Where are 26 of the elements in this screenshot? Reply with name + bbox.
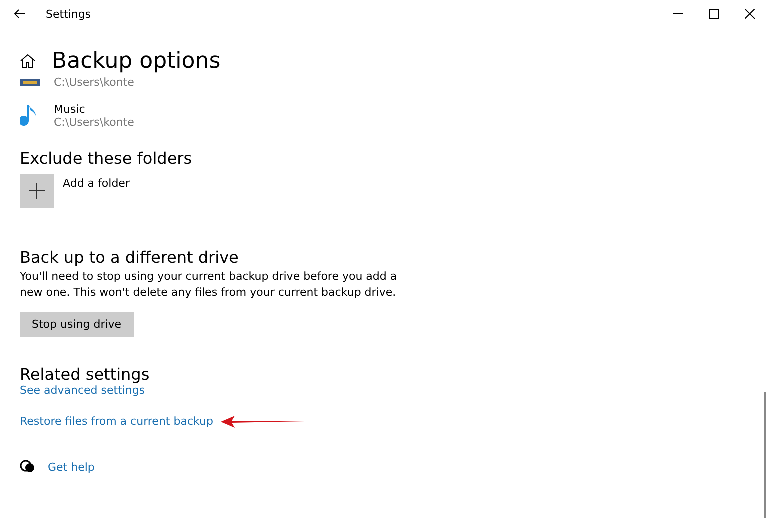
plus-icon [29, 183, 45, 199]
folder-path: C:\Users\konte [54, 76, 134, 89]
home-icon[interactable] [20, 54, 36, 68]
section-heading: Exclude these folders [20, 149, 194, 168]
window-title: Settings [46, 8, 92, 20]
minimize-icon [673, 13, 683, 15]
stop-using-drive-button[interactable]: Stop using drive [20, 312, 134, 337]
close-icon [745, 9, 755, 19]
section-heading: Related settings [20, 365, 151, 384]
maximize-icon [709, 9, 719, 19]
settings-link[interactable]: See advanced settings [20, 384, 146, 397]
help-chat-icon[interactable] [20, 460, 36, 474]
description-text: You'll need to stop using your current backup drive before you add a new one. This won't delete any files from your current backup drive. [20, 269, 398, 301]
add-folder-button[interactable] [20, 174, 54, 208]
back-button[interactable] [14, 9, 26, 19]
add-folder-label: Add a folder [63, 177, 130, 190]
section-heading: Back up to a different drive [20, 248, 240, 267]
scrollbar[interactable] [764, 392, 766, 518]
page-title: Backup options [52, 48, 221, 74]
maximize-button[interactable] [708, 8, 720, 20]
get-help-link[interactable]: Get help [48, 460, 95, 474]
folder-path: C:\Users\konte [54, 116, 134, 129]
settings-link[interactable]: Restore files from a current backup [20, 415, 214, 428]
back-arrow-icon [14, 9, 26, 19]
close-button[interactable] [744, 8, 756, 20]
folder-name: Music [54, 103, 86, 116]
